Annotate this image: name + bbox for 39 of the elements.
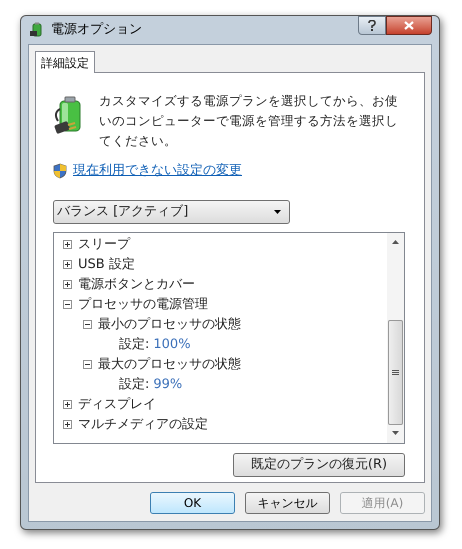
plan-dropdown[interactable]: バランス [アクティブ] xyxy=(53,200,290,224)
tree-item[interactable]: USB 設定 xyxy=(78,254,135,274)
tree-item[interactable]: 最小のプロセッサの状態 xyxy=(98,314,241,334)
close-icon xyxy=(404,21,414,30)
window-title: 電源オプション xyxy=(51,21,142,40)
close-button[interactable] xyxy=(386,16,432,35)
restore-defaults-button[interactable]: 既定のプランの復元(R) xyxy=(233,452,405,476)
tree-item[interactable]: 最大のプロセッサの状態 xyxy=(98,354,241,374)
dropdown-arrow-icon xyxy=(274,210,281,214)
setting-label: 設定: xyxy=(119,376,150,394)
help-icon xyxy=(368,20,376,31)
setting-value[interactable]: 100% xyxy=(153,334,191,354)
dialog-button[interactable]: OK xyxy=(150,492,235,514)
setting-value[interactable]: 99% xyxy=(153,374,182,394)
collapse-icon[interactable] xyxy=(63,300,72,309)
tree-item[interactable]: スリープ xyxy=(78,234,130,254)
expand-icon[interactable] xyxy=(63,240,72,249)
collapse-icon[interactable] xyxy=(83,360,92,369)
scroll-up-icon[interactable] xyxy=(392,240,399,244)
expand-icon[interactable] xyxy=(63,280,72,289)
tree-item[interactable]: 電源ボタンとカバー xyxy=(78,274,195,294)
scroll-down-icon[interactable] xyxy=(392,430,399,434)
grip-icon xyxy=(392,370,399,374)
description-text: カスタマイズする電源プランを選択してから、お使いのコンピューターで電源を管理する方法を選択してください。 xyxy=(99,92,399,150)
expand-icon[interactable] xyxy=(63,260,72,269)
help-button[interactable] xyxy=(358,16,386,35)
tree-item[interactable]: ディスプレイ xyxy=(78,394,156,414)
tree-item[interactable]: マルチメディアの設定 xyxy=(78,414,208,434)
change-settings-link[interactable]: 現在利用できない設定の変更 xyxy=(73,161,242,180)
expand-icon[interactable] xyxy=(63,400,72,409)
collapse-icon[interactable] xyxy=(83,320,92,329)
tab[interactable]: 詳細設定 xyxy=(35,51,95,73)
shield-icon xyxy=(53,162,67,179)
scrollbar[interactable] xyxy=(387,232,404,442)
dialog-button[interactable]: キャンセル xyxy=(245,492,330,514)
tree-item[interactable]: プロセッサの電源管理 xyxy=(78,294,208,314)
setting-label: 設定: xyxy=(119,336,150,354)
expand-icon[interactable] xyxy=(63,420,72,429)
scrollbar-thumb[interactable] xyxy=(388,320,403,424)
